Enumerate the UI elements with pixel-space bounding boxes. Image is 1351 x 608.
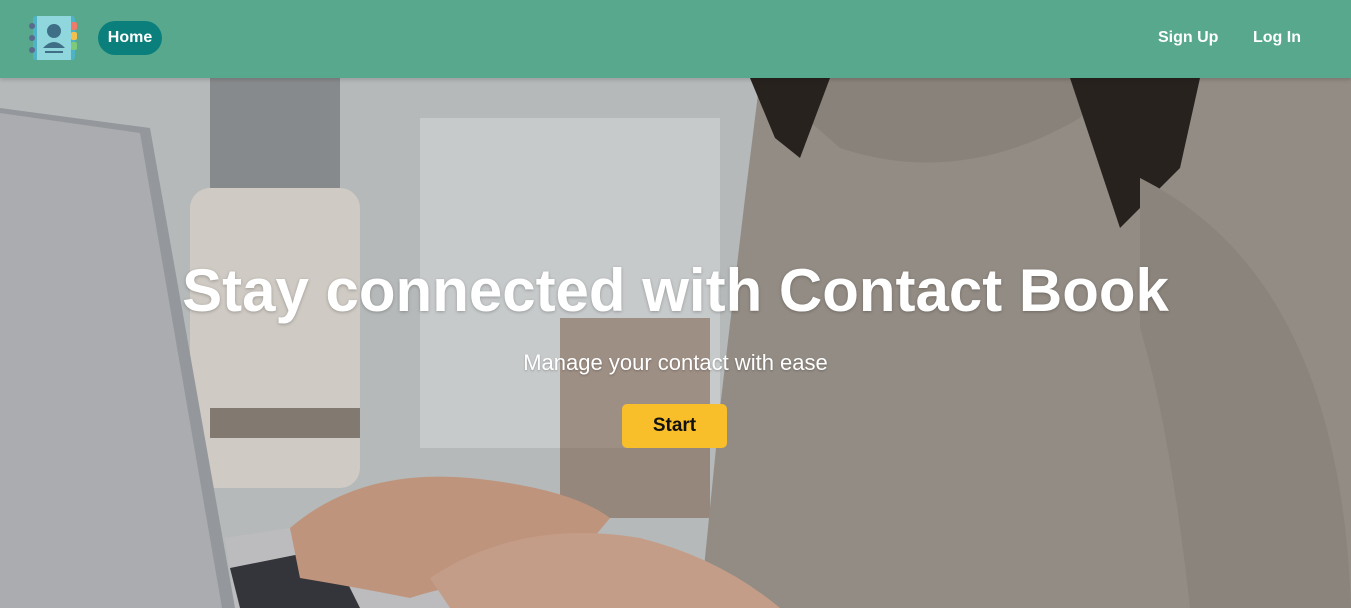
hero-title: Stay connected with Contact Book	[182, 257, 1169, 324]
start-button[interactable]: Start	[622, 404, 727, 448]
hero-subtitle: Manage your contact with ease	[523, 350, 828, 375]
home-button[interactable]: Home	[98, 21, 162, 55]
hero-overlay	[0, 78, 1351, 608]
login-link[interactable]: Log In	[1253, 28, 1301, 48]
navbar: Home Sign Up Log In	[0, 0, 1351, 78]
signup-link[interactable]: Sign Up	[1158, 28, 1218, 48]
contact-book-icon[interactable]	[27, 14, 79, 62]
hero-section: Stay connected with Contact Book Manage …	[0, 78, 1351, 608]
